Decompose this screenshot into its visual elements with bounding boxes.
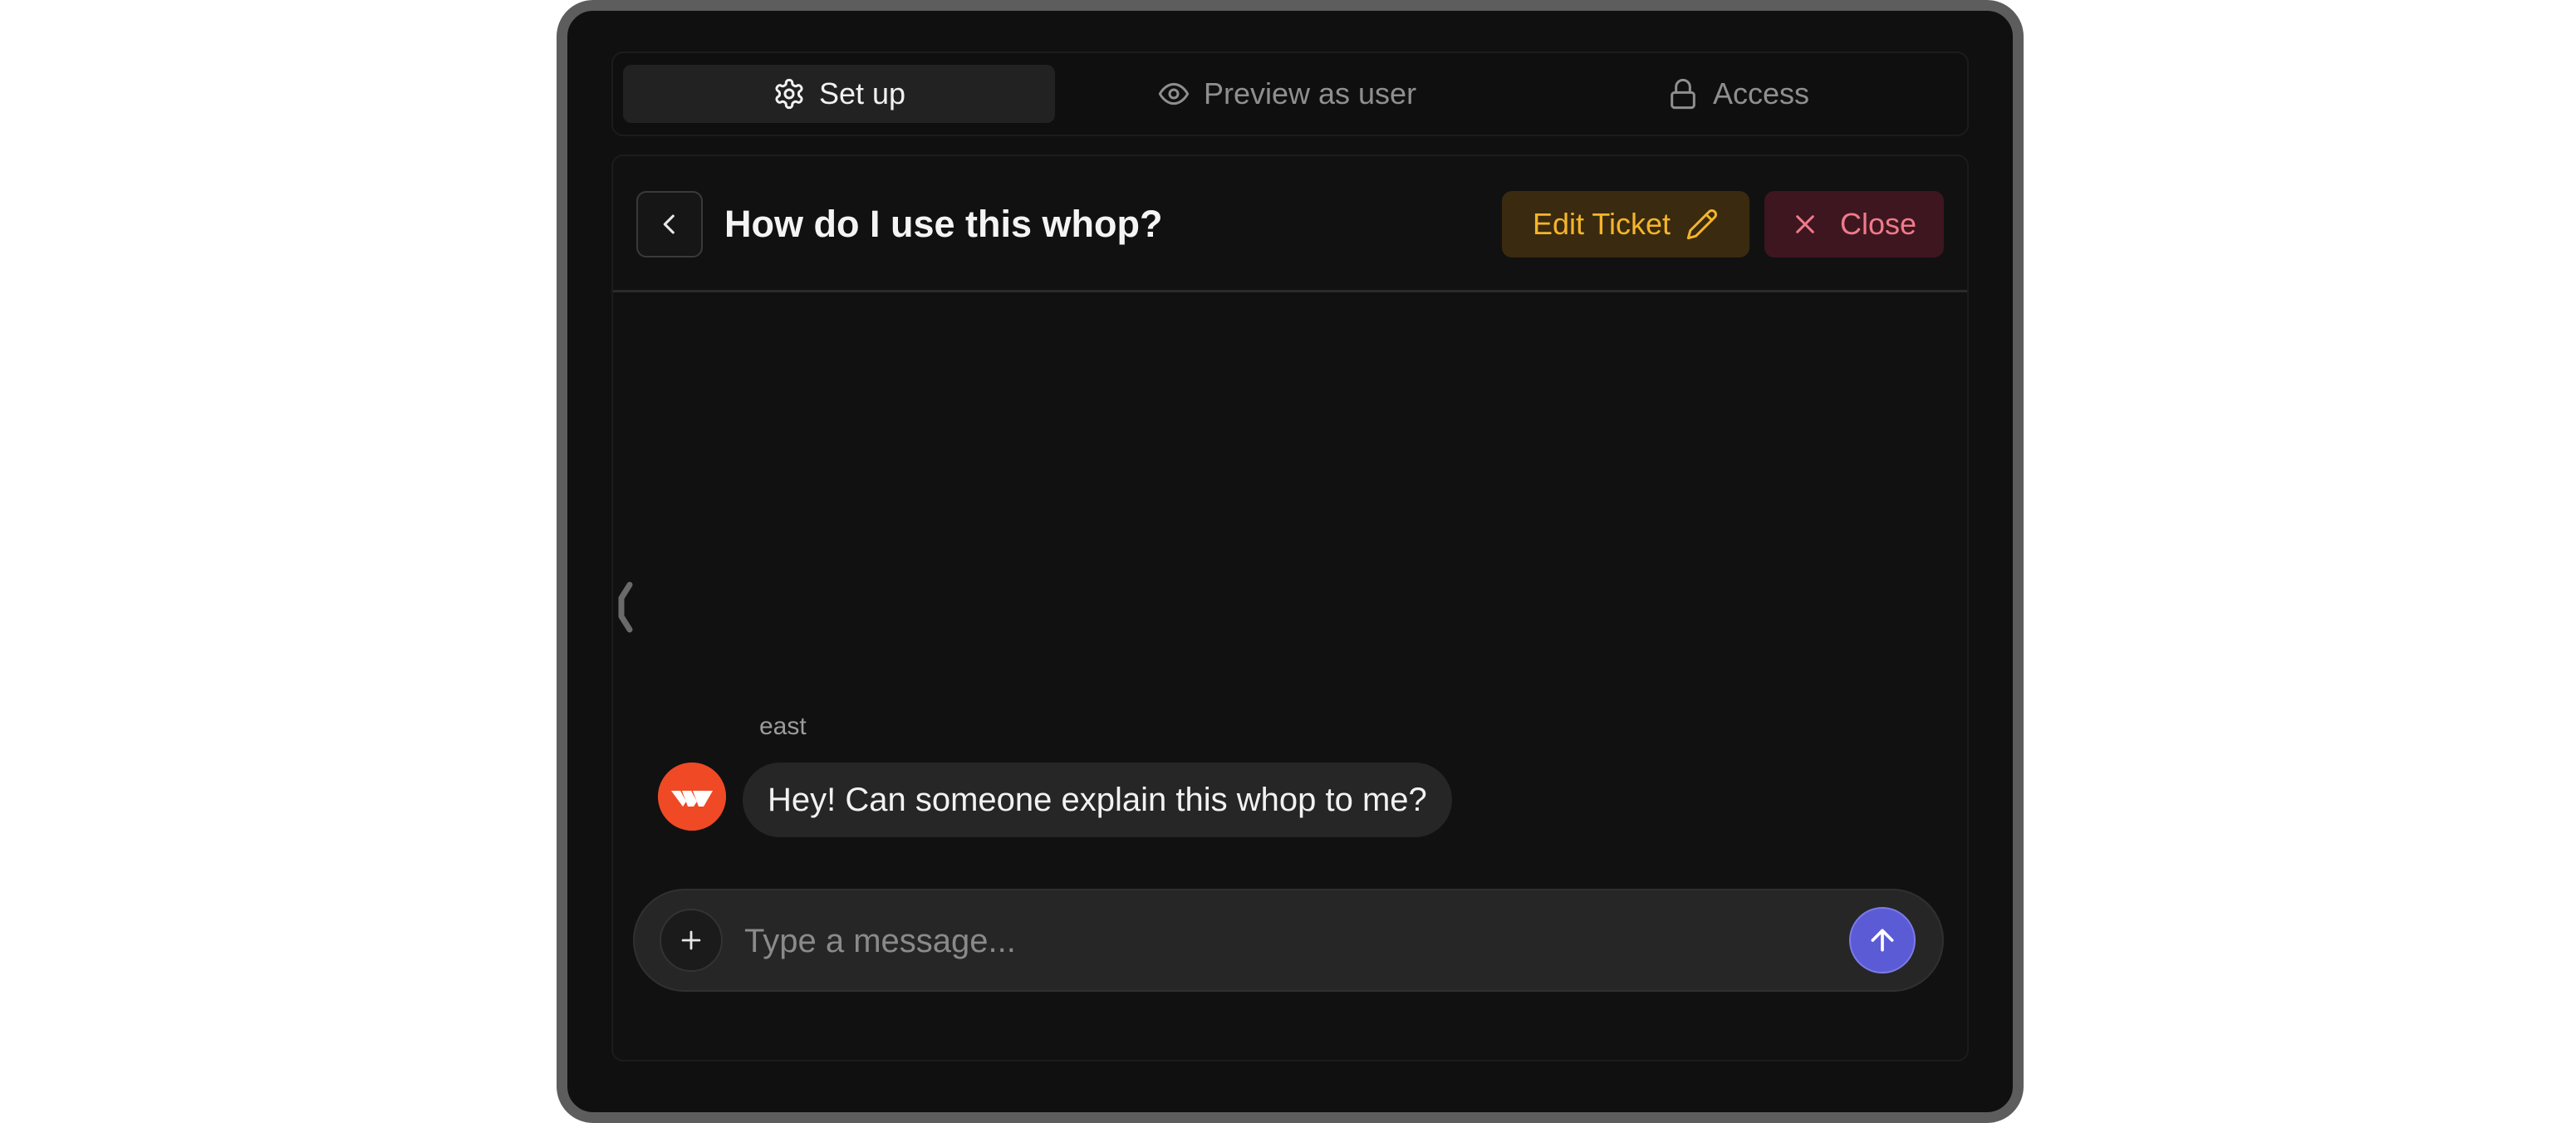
plus-icon [681, 930, 701, 950]
gear-icon [775, 78, 803, 110]
back-button[interactable] [636, 191, 703, 257]
eye-icon [1158, 82, 1190, 105]
arrow-up-icon [1871, 929, 1894, 952]
tab-access-label: Access [1712, 76, 1810, 110]
tab-access[interactable]: Access [1519, 65, 1957, 123]
send-button[interactable] [1849, 907, 1916, 973]
message-composer [633, 889, 1944, 992]
tab-preview-as-user[interactable]: Preview as user [1055, 65, 1519, 123]
collapse-handle-icon[interactable] [615, 580, 635, 635]
message-sender: east [759, 713, 807, 740]
edit-ticket-label: Edit Ticket [1532, 207, 1671, 241]
whop-logo-icon [658, 763, 726, 831]
ticket-title: How do I use this whop? [724, 203, 1163, 245]
close-ticket-label: Close [1839, 207, 1917, 241]
close-icon [1796, 215, 1814, 233]
ticket-header: How do I use this whop? Edit Ticket Clos… [613, 156, 1967, 292]
add-attachment-button[interactable] [660, 909, 723, 972]
pencil-icon [1686, 209, 1717, 240]
message-input[interactable] [743, 914, 1823, 969]
chevron-left-icon [663, 214, 675, 234]
message-bubble: Hey! Can someone explain this whop to me… [743, 763, 1452, 837]
close-ticket-button[interactable]: Close [1764, 191, 1944, 257]
tab-bar: Set up Preview as user Access [611, 51, 1969, 136]
lock-icon [1671, 78, 1695, 110]
tab-setup[interactable]: Set up [623, 65, 1056, 123]
tab-setup-label: Set up [818, 76, 906, 110]
tab-preview-label: Preview as user [1203, 76, 1417, 110]
edit-ticket-button[interactable]: Edit Ticket [1502, 191, 1749, 257]
